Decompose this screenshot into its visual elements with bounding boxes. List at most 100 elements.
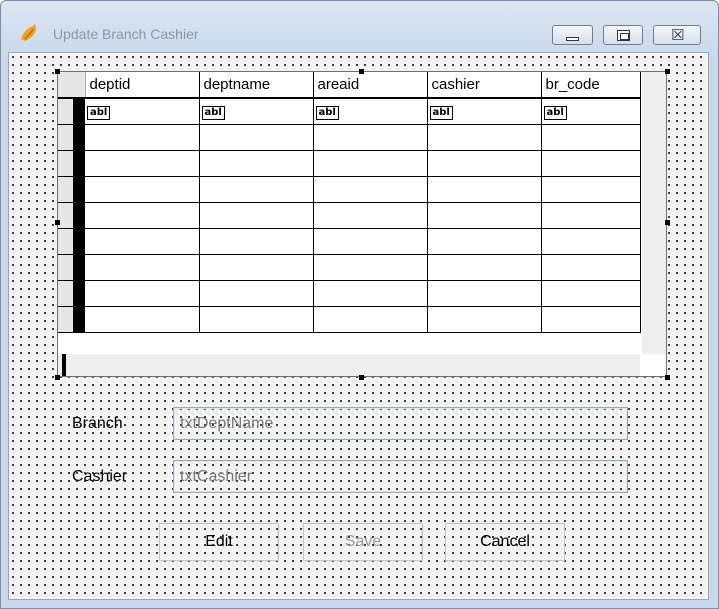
cancel-button[interactable]: Cancel bbox=[445, 523, 565, 561]
selection-handle[interactable] bbox=[665, 220, 670, 225]
cashier-textbox[interactable]: txtCashier bbox=[173, 460, 628, 493]
grid-cell[interactable] bbox=[85, 150, 200, 177]
row-selector[interactable] bbox=[58, 254, 85, 281]
branch-textbox[interactable]: txtDeptName bbox=[173, 407, 628, 440]
grid-cell[interactable] bbox=[199, 280, 314, 307]
selection-handle[interactable] bbox=[55, 69, 60, 74]
selection-handle[interactable] bbox=[55, 220, 60, 225]
grid-cell[interactable] bbox=[541, 202, 641, 229]
textbox-control-icon: abl bbox=[315, 106, 339, 121]
grid-cell[interactable] bbox=[541, 176, 641, 203]
grid-cell[interactable] bbox=[85, 254, 200, 281]
row-selector-bar bbox=[73, 306, 85, 332]
grid-cell[interactable]: abl bbox=[541, 98, 641, 125]
grid-cell[interactable] bbox=[85, 176, 200, 203]
grid-cell[interactable] bbox=[427, 228, 542, 255]
grid-cell[interactable]: abl bbox=[85, 98, 200, 125]
grid-cell[interactable] bbox=[313, 306, 428, 333]
grid-cell[interactable] bbox=[199, 150, 314, 177]
row-selector[interactable] bbox=[58, 176, 85, 203]
vertical-scrollbar[interactable] bbox=[642, 72, 666, 354]
row-selector[interactable] bbox=[58, 228, 85, 255]
table-row[interactable] bbox=[58, 150, 641, 177]
row-selector-bar bbox=[73, 228, 85, 254]
selection-handle[interactable] bbox=[665, 69, 670, 74]
column-header-br-code[interactable]: br_code bbox=[541, 72, 641, 99]
selection-handle[interactable] bbox=[359, 375, 364, 380]
grid-cell[interactable] bbox=[427, 150, 542, 177]
column-header-deptname[interactable]: deptname bbox=[199, 72, 314, 99]
grid-cell[interactable] bbox=[85, 280, 200, 307]
row-selector[interactable] bbox=[58, 124, 85, 151]
grid-cell[interactable] bbox=[427, 254, 542, 281]
grid-cell[interactable] bbox=[313, 254, 428, 281]
grid-cell[interactable] bbox=[199, 306, 314, 333]
save-button[interactable]: Save bbox=[303, 523, 423, 561]
form-design-surface: deptid deptname areaid cashier br_code a… bbox=[8, 52, 709, 600]
grid-cell[interactable] bbox=[427, 280, 542, 307]
grid-cell[interactable] bbox=[199, 228, 314, 255]
grid-cell[interactable]: abl bbox=[427, 98, 542, 125]
row-selector[interactable] bbox=[58, 202, 85, 229]
grid-cell[interactable] bbox=[313, 150, 428, 177]
grid-cell[interactable] bbox=[313, 228, 428, 255]
maximize-button[interactable] bbox=[603, 25, 643, 45]
cashier-grid[interactable]: deptid deptname areaid cashier br_code a… bbox=[57, 71, 667, 377]
grid-cell[interactable] bbox=[85, 124, 200, 151]
column-header-areaid[interactable]: areaid bbox=[313, 72, 428, 99]
edit-button[interactable]: Edit bbox=[159, 523, 279, 561]
grid-cell[interactable] bbox=[313, 124, 428, 151]
grid-cell[interactable] bbox=[85, 202, 200, 229]
window-title: Update Branch Cashier bbox=[53, 26, 199, 42]
grid-corner[interactable] bbox=[58, 72, 86, 99]
grid-cell[interactable] bbox=[541, 306, 641, 333]
form-window: Update Branch Cashier ☒ deptid deptname … bbox=[0, 0, 719, 609]
minimize-icon bbox=[566, 37, 579, 41]
close-button[interactable]: ☒ bbox=[653, 25, 701, 45]
grid-cell[interactable] bbox=[313, 176, 428, 203]
column-header-deptid[interactable]: deptid bbox=[85, 72, 200, 99]
row-selector-bar bbox=[73, 150, 85, 176]
grid-cell[interactable] bbox=[199, 124, 314, 151]
row-selector[interactable] bbox=[58, 306, 85, 333]
grid-cell[interactable] bbox=[427, 176, 542, 203]
minimize-button[interactable] bbox=[552, 25, 593, 45]
grid-cell[interactable] bbox=[541, 254, 641, 281]
table-row[interactable] bbox=[58, 202, 641, 229]
row-selector-bar bbox=[73, 99, 85, 124]
grid-cell[interactable] bbox=[85, 306, 200, 333]
grid-cell[interactable] bbox=[85, 228, 200, 255]
title-bar[interactable]: Update Branch Cashier ☒ bbox=[1, 1, 718, 45]
grid-cell[interactable] bbox=[427, 306, 542, 333]
grid-cell[interactable]: abl bbox=[313, 98, 428, 125]
grid-cell[interactable] bbox=[313, 202, 428, 229]
column-header-cashier[interactable]: cashier bbox=[427, 72, 542, 99]
selection-handle[interactable] bbox=[359, 69, 364, 74]
grid-cell[interactable] bbox=[199, 176, 314, 203]
table-row[interactable] bbox=[58, 228, 641, 255]
table-row[interactable] bbox=[58, 280, 641, 307]
grid-cell[interactable] bbox=[541, 124, 641, 151]
table-row[interactable] bbox=[58, 176, 641, 203]
horizontal-scrollbar[interactable] bbox=[58, 354, 640, 376]
branch-label: Branch bbox=[72, 415, 123, 432]
grid-cell[interactable] bbox=[427, 124, 542, 151]
grid-cell[interactable] bbox=[199, 254, 314, 281]
grid-cell[interactable] bbox=[427, 202, 542, 229]
textbox-control-icon: abl bbox=[201, 106, 225, 121]
grid-cell[interactable] bbox=[199, 202, 314, 229]
grid-cell[interactable] bbox=[313, 280, 428, 307]
grid-cell[interactable] bbox=[541, 228, 641, 255]
table-row[interactable] bbox=[58, 306, 641, 333]
row-selector[interactable] bbox=[58, 150, 85, 177]
table-row[interactable] bbox=[58, 254, 641, 281]
row-selector[interactable] bbox=[58, 98, 85, 125]
grid-cell[interactable] bbox=[541, 150, 641, 177]
grid-cell[interactable] bbox=[541, 280, 641, 307]
grid-cell[interactable]: abl bbox=[199, 98, 314, 125]
table-row[interactable]: abl abl abl abl abl bbox=[58, 98, 641, 125]
table-row[interactable] bbox=[58, 124, 641, 151]
selection-handle[interactable] bbox=[665, 375, 670, 380]
selection-handle[interactable] bbox=[55, 375, 60, 380]
row-selector[interactable] bbox=[58, 280, 85, 307]
